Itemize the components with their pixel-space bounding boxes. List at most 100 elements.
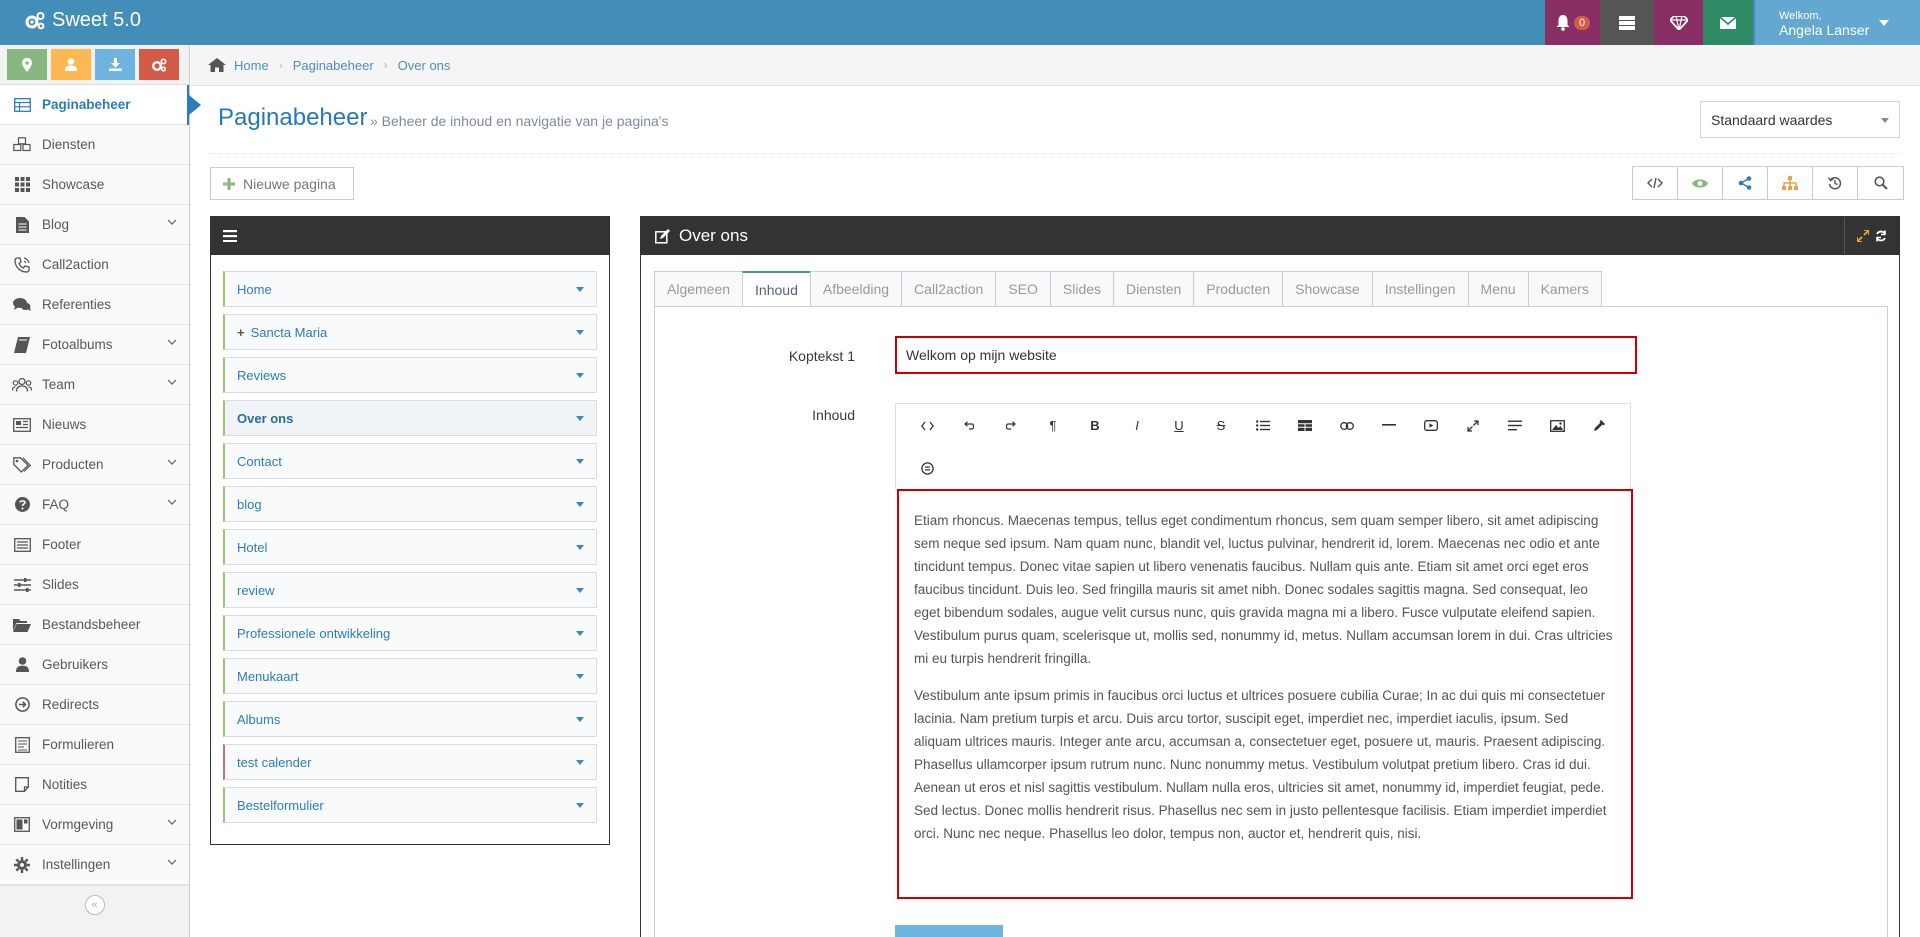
standard-values-select[interactable]: Standaard waardes xyxy=(1700,101,1900,138)
sidebar-item-blog[interactable]: Blog xyxy=(0,205,189,245)
code-view-button[interactable] xyxy=(906,411,948,441)
breadcrumb-home[interactable]: Home xyxy=(234,58,269,73)
tree-item-professionele-ontwikkeling[interactable]: Professionele ontwikkeling xyxy=(223,615,597,651)
sidebar-item-footer[interactable]: Footer xyxy=(0,525,189,565)
tree-item-contact[interactable]: Contact xyxy=(223,443,597,479)
breadcrumb-over-ons[interactable]: Over ons xyxy=(398,58,451,73)
user-menu[interactable]: Welkom, Angela Lanser xyxy=(1755,0,1920,45)
shortcut-location-button[interactable] xyxy=(7,49,47,80)
plus-icon[interactable]: + xyxy=(237,325,245,340)
underline-button[interactable]: U xyxy=(1158,411,1200,441)
align-button[interactable] xyxy=(1494,411,1536,441)
eyedropper-button[interactable] xyxy=(1578,411,1620,441)
sidebar-item-call2action[interactable]: Call2action xyxy=(0,245,189,285)
sidebar-item-gebruikers[interactable]: Gebruikers xyxy=(0,645,189,685)
tab-kamers[interactable]: Kamers xyxy=(1527,271,1602,307)
share-button[interactable] xyxy=(1723,167,1768,199)
expand-icon[interactable] xyxy=(1857,230,1869,242)
horizontal-rule-button[interactable] xyxy=(1368,411,1410,441)
sidebar-item-showcase[interactable]: Showcase xyxy=(0,165,189,205)
sidebar-item-referenties[interactable]: Referenties xyxy=(0,285,189,325)
tree-item-sancta-maria[interactable]: + Sancta Maria xyxy=(223,314,597,350)
new-page-button[interactable]: Nieuwe pagina xyxy=(210,167,354,200)
save-button[interactable] xyxy=(895,925,1003,937)
caret-down-icon[interactable] xyxy=(576,502,584,507)
brand[interactable]: Sweet 5.0 xyxy=(24,9,141,32)
link-button[interactable] xyxy=(1326,411,1368,441)
tab-slides[interactable]: Slides xyxy=(1049,271,1114,307)
caret-down-icon[interactable] xyxy=(576,416,584,421)
tree-item-over-ons[interactable]: Over ons xyxy=(223,400,597,436)
sitemap-button[interactable] xyxy=(1768,167,1813,199)
caret-down-icon[interactable] xyxy=(576,330,584,335)
sidebar-item-faq[interactable]: FAQ xyxy=(0,485,189,525)
sidebar-item-slides[interactable]: Slides xyxy=(0,565,189,605)
tab-menu[interactable]: Menu xyxy=(1467,271,1528,307)
sidebar-item-instellingen[interactable]: Instellingen xyxy=(0,845,189,885)
caret-down-icon[interactable] xyxy=(576,631,584,636)
tab-algemeen[interactable]: Algemeen xyxy=(654,271,743,307)
fullscreen-button[interactable] xyxy=(1452,411,1494,441)
sidebar-item-redirects[interactable]: Redirects xyxy=(0,685,189,725)
redo-button[interactable] xyxy=(990,411,1032,441)
sidebar-item-notities[interactable]: Notities xyxy=(0,765,189,805)
unordered-list-button[interactable] xyxy=(1242,411,1284,441)
bold-button[interactable]: B xyxy=(1074,411,1116,441)
caret-down-icon[interactable] xyxy=(576,287,584,292)
tree-item-bestelformulier[interactable]: Bestelformulier xyxy=(223,787,597,823)
source-code-button[interactable] xyxy=(1633,167,1678,199)
strikethrough-button[interactable]: S xyxy=(1200,411,1242,441)
video-button[interactable] xyxy=(1410,411,1452,441)
shortcut-download-button[interactable] xyxy=(95,49,135,80)
sidebar-item-fotoalbums[interactable]: Fotoalbums xyxy=(0,325,189,365)
refresh-icon[interactable] xyxy=(1875,230,1887,242)
tab-inhoud[interactable]: Inhoud xyxy=(742,271,810,307)
caret-down-icon[interactable] xyxy=(576,717,584,722)
tree-item-blog[interactable]: blog xyxy=(223,486,597,522)
caret-down-icon[interactable] xyxy=(576,459,584,464)
caret-down-icon[interactable] xyxy=(576,760,584,765)
special-characters-button[interactable] xyxy=(906,454,948,484)
sidebar-item-team[interactable]: Team xyxy=(0,365,189,405)
tree-item-test-calender[interactable]: test calender xyxy=(223,744,597,780)
notifications-button[interactable]: 0 xyxy=(1545,0,1600,45)
sidebar-item-diensten[interactable]: Diensten xyxy=(0,125,189,165)
sidebar-item-vormgeving[interactable]: Vormgeving xyxy=(0,805,189,845)
table-button[interactable] xyxy=(1284,411,1326,441)
search-button[interactable] xyxy=(1858,167,1903,199)
tab-producten[interactable]: Producten xyxy=(1193,271,1283,307)
tree-item-home[interactable]: Home xyxy=(223,271,597,307)
tab-diensten[interactable]: Diensten xyxy=(1113,271,1194,307)
history-button[interactable] xyxy=(1813,167,1858,199)
caret-down-icon[interactable] xyxy=(576,674,584,679)
tab-showcase[interactable]: Showcase xyxy=(1282,271,1372,307)
tab-instellingen[interactable]: Instellingen xyxy=(1371,271,1468,307)
tab-seo[interactable]: SEO xyxy=(995,271,1050,307)
sidebar-item-nieuws[interactable]: Nieuws xyxy=(0,405,189,445)
tree-item-review[interactable]: review xyxy=(223,572,597,608)
caret-down-icon[interactable] xyxy=(576,803,584,808)
sidebar-item-formulieren[interactable]: Formulieren xyxy=(0,725,189,765)
rich-text-editor-body[interactable]: Etiam rhoncus. Maecenas tempus, tellus e… xyxy=(897,489,1633,899)
shortcut-settings-button[interactable] xyxy=(139,49,179,80)
tree-item-hotel[interactable]: Hotel xyxy=(223,529,597,565)
tree-item-albums[interactable]: Albums xyxy=(223,701,597,737)
tab-call2action[interactable]: Call2action xyxy=(901,271,996,307)
shortcut-user-button[interactable] xyxy=(51,49,91,80)
breadcrumb-paginabeheer[interactable]: Paginabeheer xyxy=(293,58,374,73)
premium-button[interactable] xyxy=(1654,0,1703,45)
image-button[interactable] xyxy=(1536,411,1578,441)
italic-button[interactable]: I xyxy=(1116,411,1158,441)
hamburger-icon[interactable] xyxy=(223,230,237,242)
sidebar-item-producten[interactable]: Producten xyxy=(0,445,189,485)
collapse-sidebar-button[interactable]: « xyxy=(84,894,105,915)
caret-down-icon[interactable] xyxy=(576,545,584,550)
paragraph-button[interactable]: ¶ xyxy=(1032,411,1074,441)
tree-item-menukaart[interactable]: Menukaart xyxy=(223,658,597,694)
tab-afbeelding[interactable]: Afbeelding xyxy=(809,271,902,307)
preview-button[interactable] xyxy=(1678,167,1723,199)
sidebar-item-bestandsbeheer[interactable]: Bestandsbeheer xyxy=(0,605,189,645)
messages-button[interactable] xyxy=(1703,0,1753,45)
sidebar-item-paginabeheer[interactable]: Paginabeheer xyxy=(0,85,201,125)
caret-down-icon[interactable] xyxy=(576,373,584,378)
